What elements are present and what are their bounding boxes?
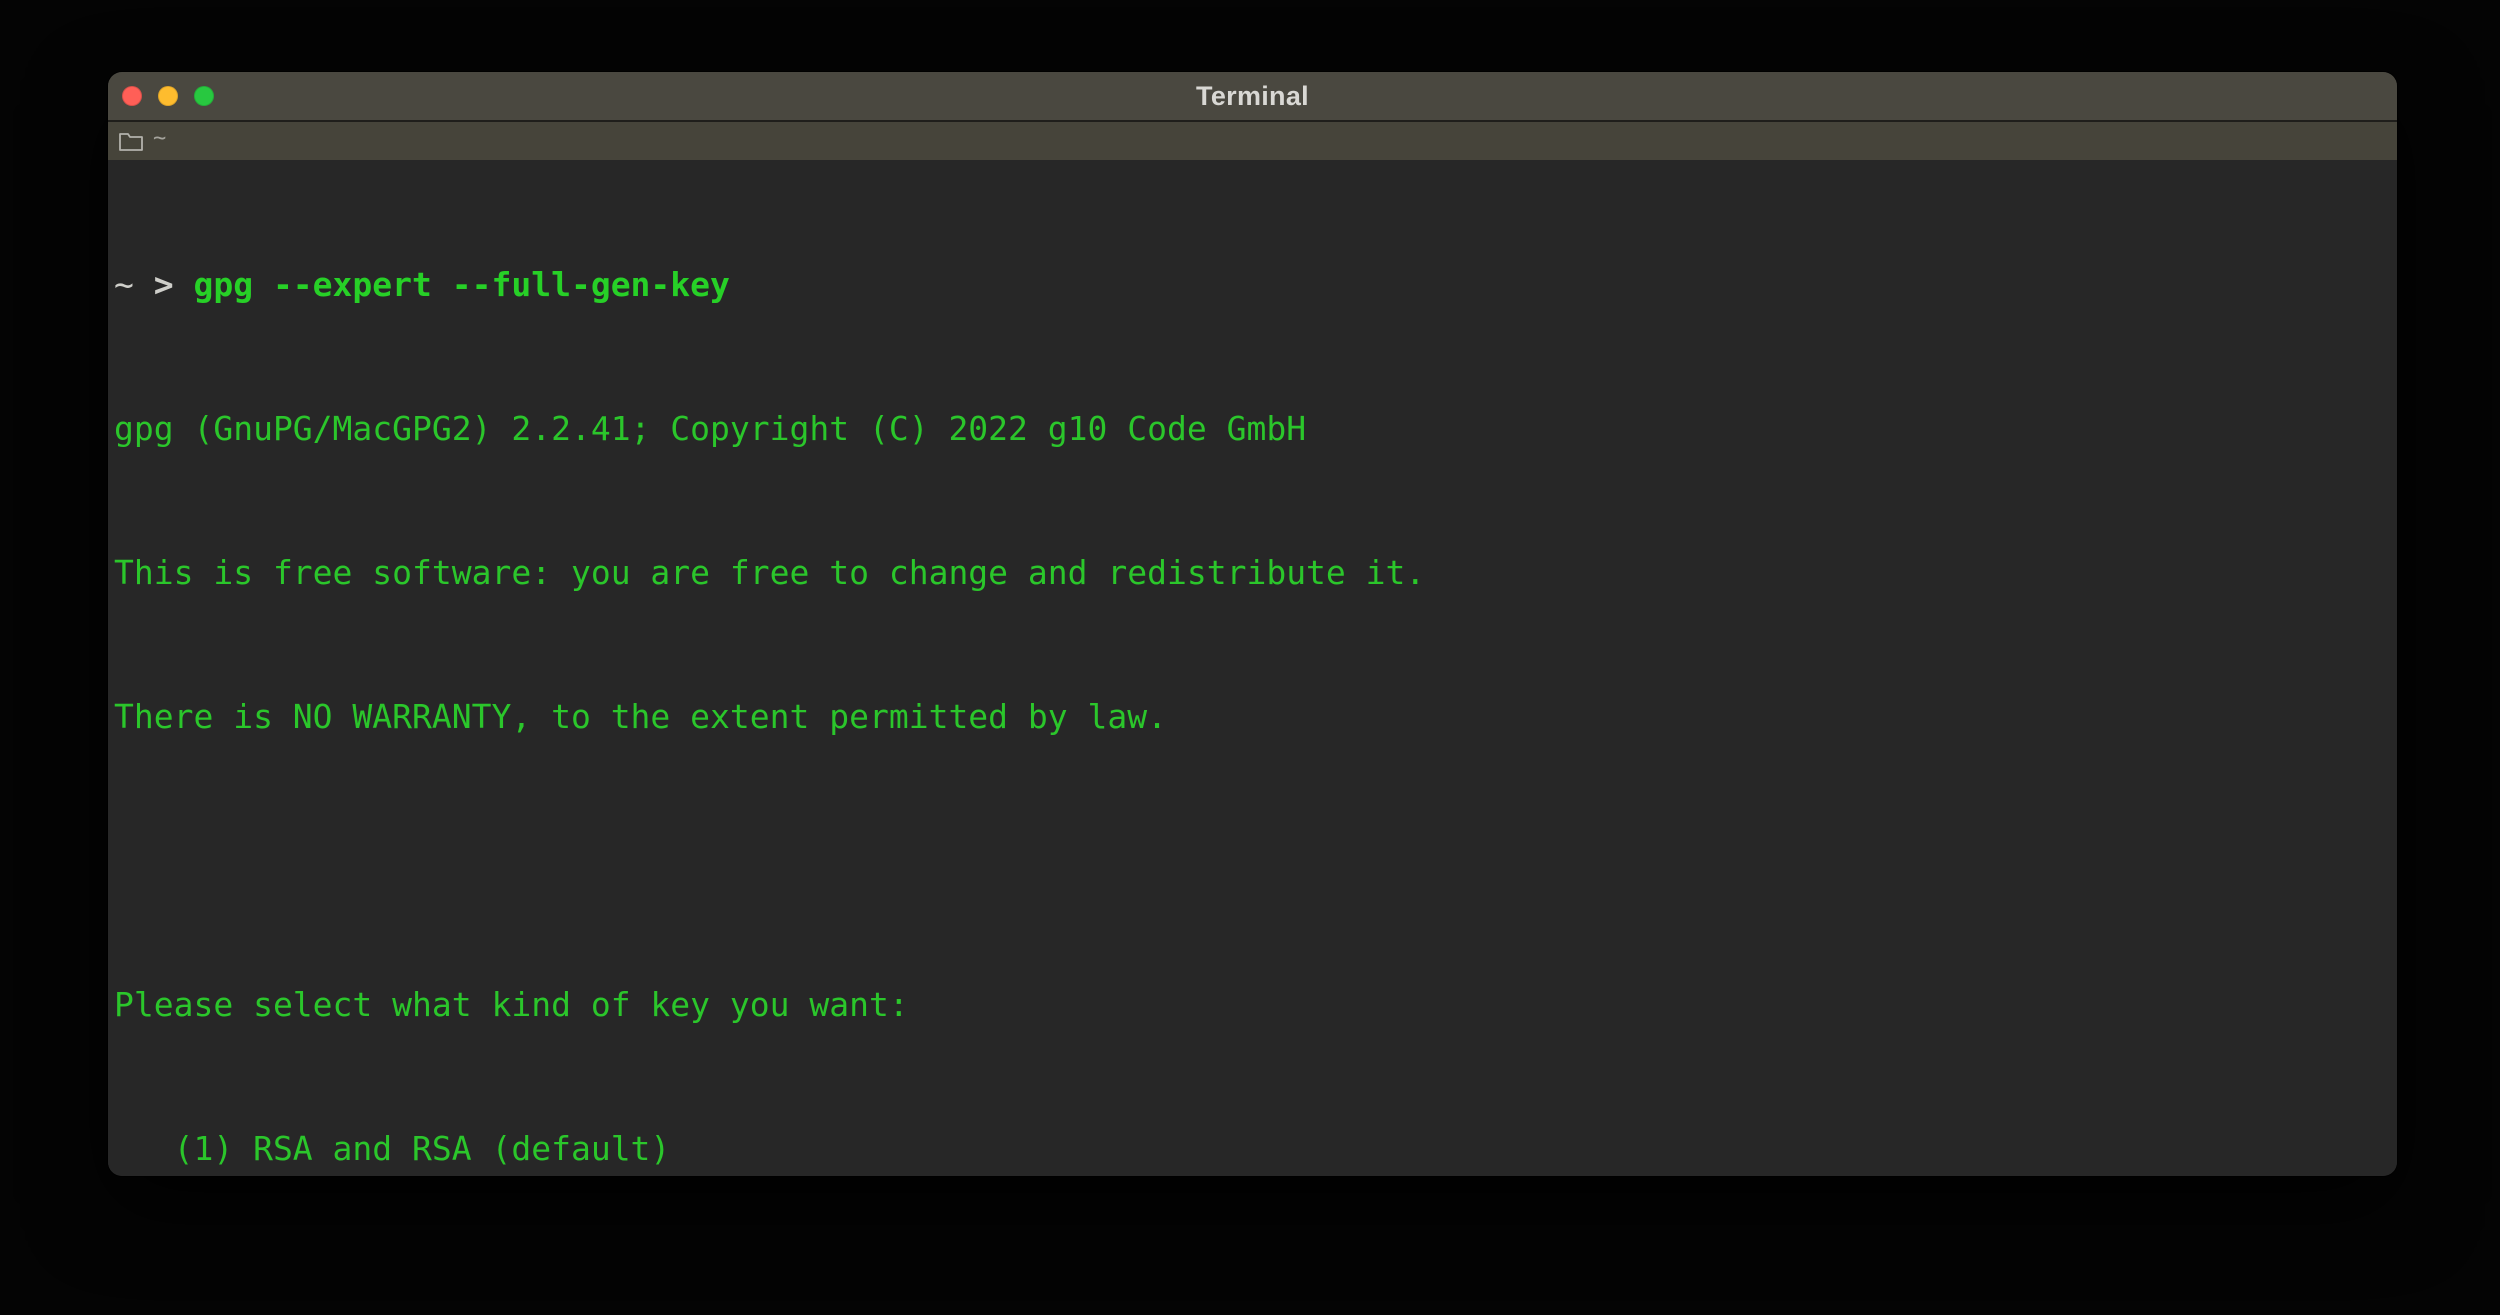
prompt-symbol: > — [154, 265, 174, 304]
window-title: Terminal — [1196, 81, 1309, 112]
typed-command: gpg --expert --full-gen-key — [193, 265, 729, 304]
output-line: gpg (GnuPG/MacGPG2) 2.2.41; Copyright (C… — [114, 405, 2397, 453]
terminal-window: Terminal ~ ~ > gpg --expert --full-gen-key… — [108, 72, 2397, 1176]
close-button[interactable] — [122, 86, 142, 106]
output-line: This is free software: you are free to c… — [114, 549, 2397, 597]
output-line-option-1: (1) RSA and RSA (default) — [114, 1125, 2397, 1173]
output-line-blank — [114, 837, 2397, 885]
prompt-directory: ~ — [114, 265, 134, 304]
tab-home-label: ~ — [153, 128, 166, 154]
titlebar[interactable]: Terminal — [108, 72, 2397, 122]
zoom-button[interactable] — [194, 86, 214, 106]
output-line: There is NO WARRANTY, to the extent perm… — [114, 693, 2397, 741]
terminal-screen[interactable]: ~ > gpg --expert --full-gen-key gpg (GnuPG… — [108, 160, 2397, 1176]
tab-bar[interactable]: ~ — [108, 122, 2397, 160]
minimize-button[interactable] — [158, 86, 178, 106]
window-controls — [122, 72, 214, 120]
prompt-line: ~ > gpg --expert --full-gen-key — [114, 261, 2397, 309]
output-line: Please select what kind of key you want: — [114, 981, 2397, 1029]
folder-icon — [118, 130, 144, 152]
